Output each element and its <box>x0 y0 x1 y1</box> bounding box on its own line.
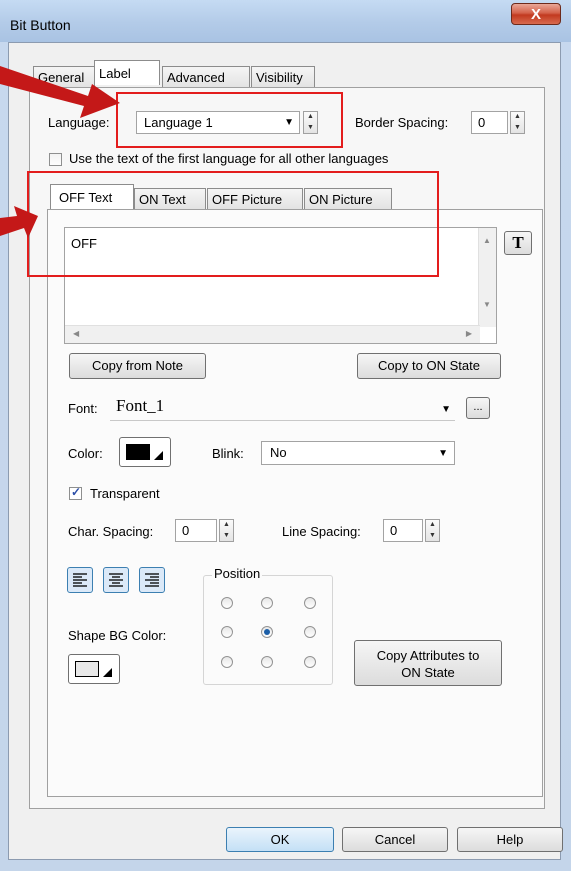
tab-label-label: Label <box>99 66 131 81</box>
arrow-subtabs-icon <box>0 206 38 238</box>
subtab-off-text[interactable]: OFF Text <box>50 184 134 209</box>
annotation-arrows <box>0 66 120 238</box>
subtab-off-text-label: OFF Text <box>59 190 113 205</box>
tab-label[interactable]: Label <box>94 60 160 85</box>
